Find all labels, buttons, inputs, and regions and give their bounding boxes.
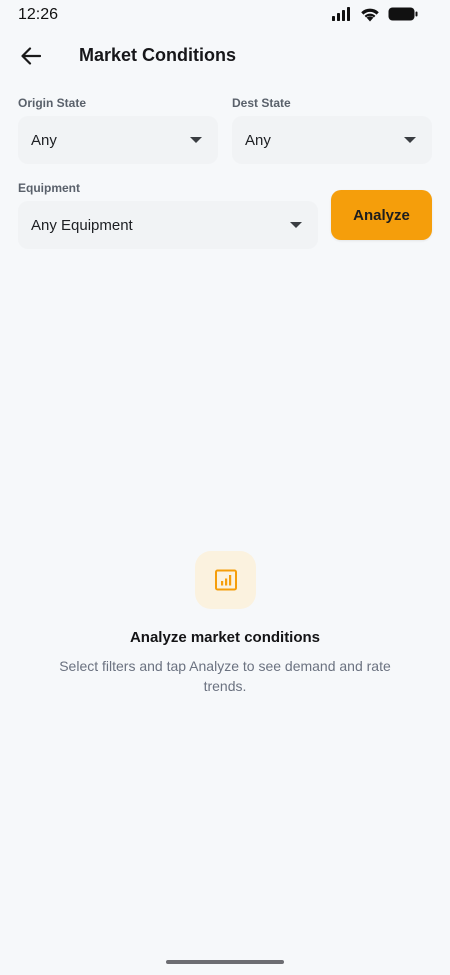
chevron-down-icon (404, 137, 416, 143)
dest-state-value: Any (245, 131, 271, 149)
dest-state-select[interactable]: Any (232, 116, 432, 164)
wifi-icon (361, 8, 379, 21)
home-indicator[interactable] (166, 960, 284, 964)
page-title: Market Conditions (79, 45, 237, 65)
empty-state-title: Analyze market conditions (129, 629, 321, 646)
battery-icon (388, 7, 418, 21)
back-button[interactable] (14, 40, 48, 72)
origin-state-select[interactable]: Any (18, 116, 218, 164)
equipment-select[interactable]: Any Equipment (18, 201, 318, 249)
bar-chart-icon (214, 569, 237, 591)
chevron-down-icon (290, 222, 302, 228)
status-time: 12:26 (18, 6, 59, 23)
arrow-left-icon (21, 47, 41, 65)
status-bar: 12:26 (0, 0, 450, 28)
equipment-value: Any Equipment (31, 216, 133, 234)
app-bar: Market Conditions (0, 36, 450, 76)
analyze-button[interactable]: Analyze (331, 190, 432, 240)
equipment-label: Equipment (18, 181, 80, 195)
chevron-down-icon (190, 137, 202, 143)
dest-state-label: Dest State (232, 96, 291, 110)
empty-state-icon-container (195, 551, 256, 609)
signal-icon (332, 7, 350, 21)
status-icons (332, 7, 418, 22)
empty-state-description: Select filters and tap Analyze to see de… (59, 658, 391, 694)
origin-state-label: Origin State (18, 96, 87, 110)
origin-state-value: Any (31, 131, 57, 149)
